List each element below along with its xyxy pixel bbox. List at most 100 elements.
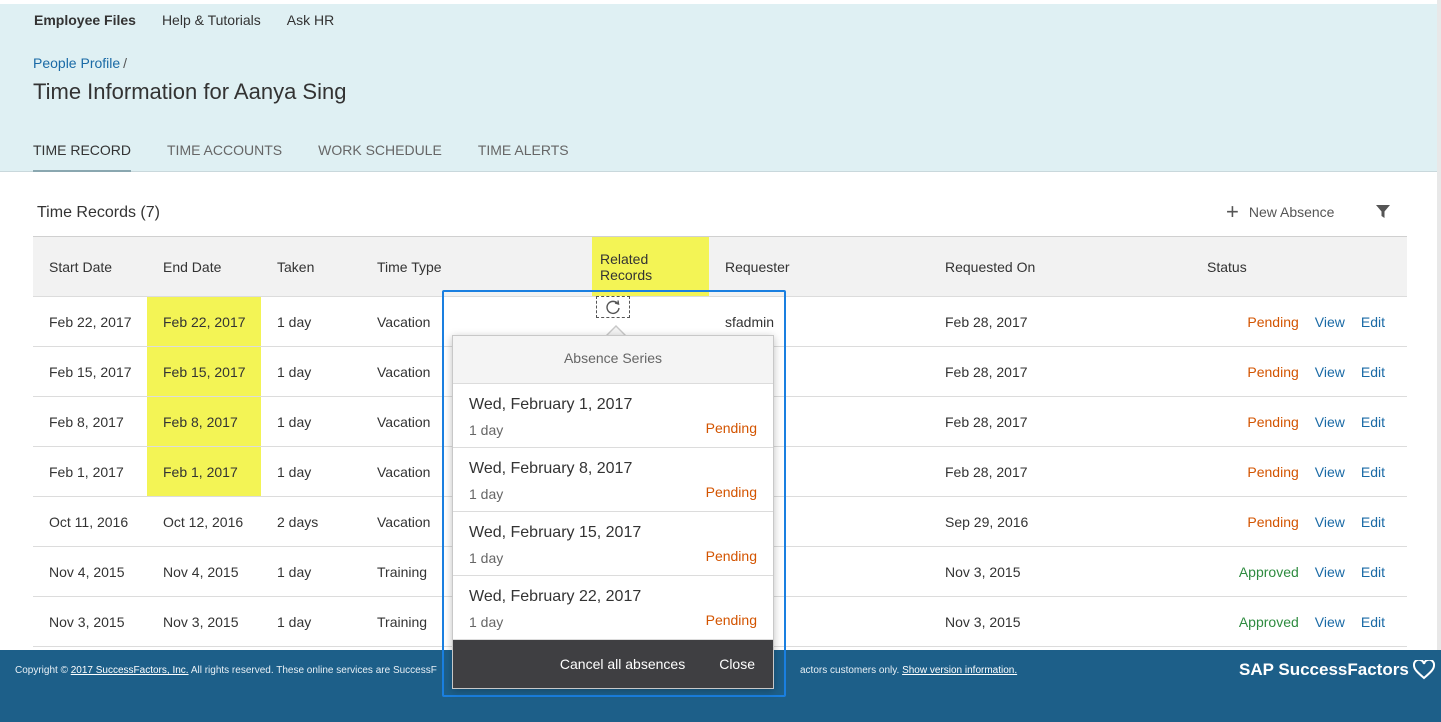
cell-end-date: Feb 8, 2017 bbox=[147, 396, 261, 447]
tab-bar: TIME RECORD TIME ACCOUNTS WORK SCHEDULE … bbox=[33, 142, 569, 172]
view-link[interactable]: View bbox=[1315, 414, 1345, 430]
page-title: Time Information for Aanya Sing bbox=[33, 79, 347, 104]
tab-time-accounts[interactable]: TIME ACCOUNTS bbox=[167, 142, 282, 172]
breadcrumb-people-profile[interactable]: People Profile bbox=[33, 55, 120, 71]
series-item-date: Wed, February 8, 2017 bbox=[469, 460, 633, 477]
cell-end-date: Nov 4, 2015 bbox=[147, 546, 261, 597]
cell-taken: 1 day bbox=[261, 296, 361, 347]
status-badge: Approved bbox=[1238, 563, 1299, 580]
cell-start-date: Nov 3, 2015 bbox=[33, 596, 147, 647]
tab-time-alerts[interactable]: TIME ALERTS bbox=[478, 142, 569, 172]
col-related-records[interactable]: Related Records bbox=[576, 236, 709, 297]
page-header: Employee Files Help & Tutorials Ask HR P… bbox=[0, 0, 1441, 172]
col-status[interactable]: Status bbox=[1183, 236, 1407, 297]
copyright-link[interactable]: 2017 SuccessFactors, Inc. bbox=[71, 665, 189, 676]
edit-link[interactable]: Edit bbox=[1361, 464, 1385, 480]
absence-series-item[interactable]: Wed, February 22, 2017 1 day Pending bbox=[453, 576, 773, 640]
status-badge: Pending bbox=[1247, 313, 1299, 330]
brand-name: SAP SuccessFactors bbox=[1239, 660, 1409, 679]
cell-start-date: Feb 8, 2017 bbox=[33, 396, 147, 447]
new-absence-label: New Absence bbox=[1248, 204, 1335, 220]
copyright-text-right: actors customers only. Show version info… bbox=[800, 665, 1017, 676]
cell-requested-on: Feb 28, 2017 bbox=[929, 446, 1183, 497]
view-link[interactable]: View bbox=[1315, 514, 1345, 530]
view-link[interactable]: View bbox=[1315, 314, 1345, 330]
view-link[interactable]: View bbox=[1315, 464, 1345, 480]
series-item-date: Wed, February 22, 2017 bbox=[469, 588, 642, 605]
status-badge: Pending bbox=[1247, 413, 1299, 430]
col-start-date[interactable]: Start Date bbox=[33, 236, 147, 297]
cell-start-date: Feb 22, 2017 bbox=[33, 296, 147, 347]
popover-title: Absence Series bbox=[453, 336, 773, 384]
col-end-date[interactable]: End Date bbox=[147, 236, 261, 297]
nav-help-tutorials[interactable]: Help & Tutorials bbox=[162, 12, 261, 28]
tab-work-schedule[interactable]: WORK SCHEDULE bbox=[318, 142, 442, 172]
series-item-date: Wed, February 1, 2017 bbox=[469, 396, 633, 413]
cell-status: Pending View Edit bbox=[1183, 396, 1407, 447]
status-badge: Pending bbox=[1247, 363, 1299, 380]
show-version-link[interactable]: Show version information. bbox=[902, 665, 1017, 676]
cell-end-date: Feb 15, 2017 bbox=[147, 346, 261, 397]
cell-taken: 2 days bbox=[261, 496, 361, 547]
brand-logo: SAP SuccessFactors bbox=[1239, 660, 1435, 680]
cell-start-date: Oct 11, 2016 bbox=[33, 496, 147, 547]
cancel-all-absences-button[interactable]: Cancel all absences bbox=[560, 656, 685, 672]
edit-link[interactable]: Edit bbox=[1361, 314, 1385, 330]
edit-link[interactable]: Edit bbox=[1361, 514, 1385, 530]
status-badge: Approved bbox=[1238, 613, 1299, 630]
absence-series-item[interactable]: Wed, February 1, 2017 1 day Pending bbox=[453, 384, 773, 448]
refresh-icon[interactable] bbox=[596, 296, 630, 318]
cell-taken: 1 day bbox=[261, 446, 361, 497]
top-nav: Employee Files Help & Tutorials Ask HR bbox=[34, 12, 334, 28]
cell-end-date: Nov 3, 2015 bbox=[147, 596, 261, 647]
cell-status: Approved View Edit bbox=[1183, 546, 1407, 597]
cell-end-date: Feb 22, 2017 bbox=[147, 296, 261, 347]
series-item-status: Pending bbox=[705, 612, 757, 628]
col-time-type[interactable]: Time Type bbox=[361, 236, 576, 297]
table-header-row: Start Date End Date Taken Time Type Rela… bbox=[33, 236, 1407, 297]
copyright-right-text: actors customers only. bbox=[800, 665, 900, 676]
cell-status: Pending View Edit bbox=[1183, 446, 1407, 497]
tab-time-record[interactable]: TIME RECORD bbox=[33, 142, 131, 172]
filter-icon[interactable] bbox=[1376, 205, 1390, 224]
breadcrumb-separator: / bbox=[123, 55, 128, 71]
cell-status: Pending View Edit bbox=[1183, 496, 1407, 547]
edit-link[interactable]: Edit bbox=[1361, 364, 1385, 380]
copyright-prefix: Copyright © bbox=[15, 665, 68, 676]
edit-link[interactable]: Edit bbox=[1361, 414, 1385, 430]
absence-series-popover: Absence Series Wed, February 1, 2017 1 da… bbox=[452, 335, 774, 689]
cell-taken: 1 day bbox=[261, 346, 361, 397]
series-item-status: Pending bbox=[705, 484, 757, 500]
nav-employee-files[interactable]: Employee Files bbox=[34, 12, 136, 28]
view-link[interactable]: View bbox=[1315, 564, 1345, 580]
top-strip bbox=[0, 0, 1441, 4]
series-item-date: Wed, February 15, 2017 bbox=[469, 524, 642, 541]
cell-requested-on: Feb 28, 2017 bbox=[929, 346, 1183, 397]
cell-start-date: Feb 15, 2017 bbox=[33, 346, 147, 397]
series-item-status: Pending bbox=[705, 548, 757, 564]
nav-ask-hr[interactable]: Ask HR bbox=[287, 12, 334, 28]
absence-series-item[interactable]: Wed, February 15, 2017 1 day Pending bbox=[453, 512, 773, 576]
edit-link[interactable]: Edit bbox=[1361, 564, 1385, 580]
close-button[interactable]: Close bbox=[719, 656, 755, 672]
page-scrollbar[interactable] bbox=[1437, 0, 1441, 650]
cell-requested-on: Feb 28, 2017 bbox=[929, 296, 1183, 347]
cell-end-date: Feb 1, 2017 bbox=[147, 446, 261, 497]
new-absence-button[interactable]: + New Absence bbox=[1226, 201, 1335, 223]
copyright-text: All rights reserved. These online servic… bbox=[190, 665, 437, 676]
view-link[interactable]: View bbox=[1315, 614, 1345, 630]
breadcrumb: People Profile / bbox=[33, 55, 127, 71]
cell-status: Pending View Edit bbox=[1183, 346, 1407, 397]
absence-series-item[interactable]: Wed, February 8, 2017 1 day Pending bbox=[453, 448, 773, 512]
cell-taken: 1 day bbox=[261, 396, 361, 447]
view-link[interactable]: View bbox=[1315, 364, 1345, 380]
col-taken[interactable]: Taken bbox=[261, 236, 361, 297]
series-item-status: Pending bbox=[705, 420, 757, 436]
col-requester[interactable]: Requester bbox=[709, 236, 929, 297]
popover-footer: Cancel all absences Close bbox=[453, 640, 773, 688]
cell-taken: 1 day bbox=[261, 546, 361, 597]
edit-link[interactable]: Edit bbox=[1361, 614, 1385, 630]
cell-taken: 1 day bbox=[261, 596, 361, 647]
cell-start-date: Nov 4, 2015 bbox=[33, 546, 147, 597]
col-requested-on[interactable]: Requested On bbox=[929, 236, 1183, 297]
